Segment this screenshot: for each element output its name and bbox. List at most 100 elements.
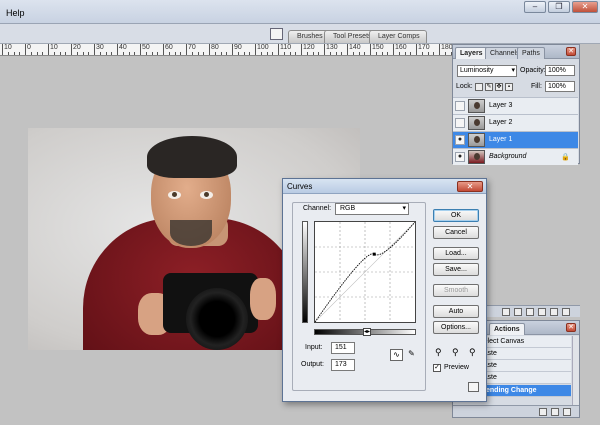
layer-thumbnail bbox=[468, 133, 485, 147]
ruler-label: 50 bbox=[142, 44, 150, 51]
tab-actions[interactable]: Actions bbox=[489, 323, 525, 335]
ruler-minor-tick bbox=[197, 52, 199, 55]
output-field[interactable]: 173 bbox=[331, 359, 355, 371]
photo-lens bbox=[186, 288, 248, 350]
ruler-minor-tick bbox=[266, 52, 268, 55]
ruler-minor-tick bbox=[174, 52, 176, 55]
opacity-field[interactable]: 100% bbox=[545, 65, 575, 76]
new-group-icon[interactable] bbox=[550, 308, 558, 316]
visibility-toggle[interactable] bbox=[455, 101, 465, 111]
ruler-minor-tick bbox=[36, 52, 38, 55]
close-app-button[interactable]: ✕ bbox=[572, 1, 598, 13]
cancel-button[interactable]: Cancel bbox=[433, 226, 479, 239]
gray-eyedropper-icon[interactable]: ⚲ bbox=[452, 347, 459, 358]
channel-select[interactable]: RGB bbox=[335, 203, 409, 215]
ruler-minor-tick bbox=[387, 52, 389, 55]
minimize-button[interactable]: – bbox=[524, 1, 546, 13]
ruler-tick bbox=[301, 44, 302, 55]
curves-dialog-titlebar[interactable]: Curves ✕ bbox=[283, 179, 486, 194]
white-eyedropper-icon[interactable]: ⚲ bbox=[469, 347, 476, 358]
ruler-minor-tick bbox=[226, 52, 228, 55]
ruler-label: 10 bbox=[50, 44, 58, 51]
gradient-toggle-icon[interactable]: ◂▸ bbox=[363, 328, 371, 336]
ruler-minor-tick bbox=[335, 52, 337, 55]
load-button[interactable]: Load... bbox=[433, 247, 479, 260]
new-document-icon[interactable] bbox=[551, 408, 559, 416]
adjustment-layer-icon[interactable] bbox=[538, 308, 546, 316]
ruler-minor-tick bbox=[128, 52, 130, 55]
tab-layers[interactable]: Layers bbox=[455, 47, 488, 59]
curve-graph[interactable] bbox=[315, 222, 415, 322]
ruler-minor-tick bbox=[283, 52, 285, 55]
ruler-tick bbox=[94, 44, 95, 55]
ruler-minor-tick bbox=[65, 52, 67, 55]
save-button[interactable]: Save... bbox=[433, 263, 479, 276]
curves-close-icon[interactable]: ✕ bbox=[457, 181, 483, 192]
preview-checkbox[interactable]: ✓ bbox=[433, 364, 441, 372]
lock-all-icon[interactable]: ▪ bbox=[505, 83, 513, 91]
tab-paths[interactable]: Paths bbox=[517, 47, 545, 59]
visibility-toggle[interactable] bbox=[455, 118, 465, 128]
ruler-minor-tick bbox=[191, 52, 193, 55]
output-label: Output: bbox=[301, 361, 324, 368]
ruler-minor-tick bbox=[272, 52, 274, 55]
expand-view-icon[interactable] bbox=[468, 382, 479, 392]
black-eyedropper-icon[interactable]: ⚲ bbox=[435, 347, 442, 358]
photo-hand-right bbox=[250, 278, 276, 320]
auto-button[interactable]: Auto bbox=[433, 305, 479, 318]
window-controls: – ❐ ✕ bbox=[524, 1, 598, 13]
pencil-icon[interactable]: ✎ bbox=[405, 349, 418, 361]
new-snapshot-icon[interactable] bbox=[539, 408, 547, 416]
curves-dialog-title: Curves bbox=[287, 182, 313, 191]
ok-button[interactable]: OK bbox=[433, 209, 479, 222]
ruler-minor-tick bbox=[30, 52, 32, 55]
layer-mask-icon[interactable] bbox=[526, 308, 534, 316]
photo-eye-right bbox=[200, 191, 213, 199]
ruler-label: 150 bbox=[372, 44, 384, 51]
ruler-minor-tick bbox=[76, 52, 78, 55]
ruler-minor-tick bbox=[364, 52, 366, 55]
menu-help[interactable]: Help bbox=[6, 8, 25, 18]
curve-point-tool-icon[interactable]: ∿ bbox=[390, 349, 403, 361]
layer-row-layer-1[interactable]: ● Layer 1 bbox=[453, 131, 578, 148]
link-layers-icon[interactable] bbox=[502, 308, 510, 316]
ruler-minor-tick bbox=[249, 52, 251, 55]
output-gradient-bar bbox=[302, 221, 308, 323]
palette-well-icon[interactable] bbox=[270, 28, 283, 40]
curve-grid[interactable] bbox=[314, 221, 416, 323]
ruler-minor-tick bbox=[19, 52, 21, 55]
ruler-minor-tick bbox=[88, 52, 90, 55]
layer-row-layer-3[interactable]: Layer 3 bbox=[453, 97, 578, 114]
layers-panel-close-icon[interactable]: ✕ bbox=[566, 47, 576, 56]
blend-mode-select[interactable]: Luminosity bbox=[457, 65, 517, 77]
lock-position-icon[interactable]: ✥ bbox=[495, 83, 503, 91]
ruler-tick bbox=[439, 44, 440, 55]
smooth-button[interactable]: Smooth bbox=[433, 284, 479, 297]
ruler-minor-tick bbox=[410, 52, 412, 55]
options-button[interactable]: Options... bbox=[433, 321, 479, 334]
ruler-minor-tick bbox=[358, 52, 360, 55]
ruler-label: 10 bbox=[4, 44, 12, 51]
layer-name: Layer 1 bbox=[489, 136, 513, 143]
layer-row-background[interactable]: ● Background 🔒 bbox=[453, 148, 578, 165]
ruler-label: 170 bbox=[418, 44, 430, 51]
tab-layer-comps[interactable]: Layer Comps bbox=[369, 30, 427, 43]
layer-style-icon[interactable] bbox=[514, 308, 522, 316]
eye-icon[interactable]: ● bbox=[455, 152, 465, 162]
input-field[interactable]: 151 bbox=[331, 342, 355, 354]
fill-field[interactable]: 100% bbox=[545, 81, 575, 92]
trash-icon[interactable] bbox=[563, 408, 571, 416]
ruler-label: 160 bbox=[395, 44, 407, 51]
ruler-minor-tick bbox=[243, 52, 245, 55]
restore-button[interactable]: ❐ bbox=[548, 1, 570, 13]
ruler-minor-tick bbox=[220, 52, 222, 55]
history-panel-close-icon[interactable]: ✕ bbox=[566, 323, 576, 332]
lock-transparent-icon[interactable] bbox=[475, 83, 483, 91]
history-scrollbar[interactable] bbox=[572, 336, 579, 416]
ruler-minor-tick bbox=[427, 52, 429, 55]
trash-icon[interactable] bbox=[562, 308, 570, 316]
eye-icon[interactable]: ● bbox=[455, 135, 465, 145]
lock-image-icon[interactable]: ✎ bbox=[485, 83, 493, 91]
layer-row-layer-2[interactable]: Layer 2 bbox=[453, 114, 578, 131]
ruler-label: 20 bbox=[73, 44, 81, 51]
